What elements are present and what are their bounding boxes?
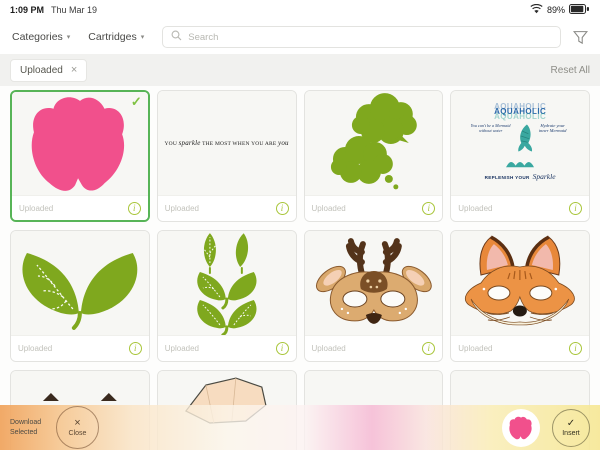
card-status-label: Uploaded — [458, 204, 493, 213]
mermaid-scales-shape — [506, 161, 535, 168]
categories-dropdown[interactable]: Categories ▾ — [12, 31, 70, 43]
info-icon[interactable]: i — [422, 342, 436, 355]
insert-button[interactable]: ✓ Insert — [552, 408, 590, 447]
card-status-label: Uploaded — [18, 344, 53, 353]
card-footer: Uploaded i — [12, 195, 148, 220]
toolbar: Categories ▾ Cartridges ▾ — [0, 20, 600, 54]
check-icon: ✓ — [566, 417, 576, 429]
info-icon[interactable]: i — [275, 342, 289, 355]
cartridges-label: Cartridges — [88, 31, 137, 43]
filter-chip-uploaded[interactable]: Uploaded × — [10, 58, 88, 82]
leaf-set-shapes — [196, 233, 257, 335]
deer-mask-graphic — [304, 231, 443, 335]
card-footer: Uploaded i — [304, 335, 443, 361]
card-thought-bubbles[interactable]: Uploaded i — [303, 90, 444, 222]
battery-percent: 89% — [546, 5, 565, 15]
filter-chip-label: Uploaded — [20, 64, 63, 76]
selected-image-thumbnail — [502, 408, 540, 447]
card-fox-mask[interactable]: Uploaded i — [450, 230, 590, 362]
mermaid-graphic: AQUAHOLIC AQUAHOLIC AQUAHOLIC You can't … — [451, 91, 589, 195]
insert-label: Insert — [562, 429, 580, 437]
card-footer: Uploaded i — [157, 335, 296, 361]
filter-funnel-icon[interactable] — [573, 30, 588, 45]
info-icon[interactable]: i — [422, 202, 436, 215]
mermaid-quote-left: You can't be a Mermaid without water — [470, 122, 511, 134]
design-space-image-picker: 1:09 PM Thu Mar 19 89% Categories ▾ Cart… — [0, 0, 600, 450]
deer-mask-shapes — [315, 238, 432, 324]
card-leaf-pair[interactable]: Uploaded i — [10, 230, 150, 362]
petal-shape — [31, 96, 124, 191]
download-selected-button[interactable]: Download Selected — [10, 418, 50, 437]
search-bar[interactable] — [162, 26, 561, 48]
filter-bar: Uploaded × Reset All — [0, 54, 600, 86]
card-footer: Uploaded i — [451, 335, 589, 361]
card-footer: Uploaded i — [304, 195, 443, 221]
reset-all-button[interactable]: Reset All — [551, 65, 590, 76]
card-pink-petal[interactable]: ✓ Uploaded i — [10, 90, 150, 222]
close-label: Close — [68, 430, 87, 437]
search-icon — [171, 28, 182, 46]
close-icon: × — [74, 417, 81, 429]
mermaid-tail-shape — [517, 124, 532, 152]
leaf-pair-shapes — [22, 253, 138, 330]
info-icon[interactable]: i — [275, 202, 289, 215]
fox-mask-graphic — [451, 231, 589, 335]
pink-petal-graphic: ✓ — [12, 92, 148, 195]
card-status-label: Uploaded — [311, 344, 346, 353]
sparkle-script-text: Sparkle — [532, 171, 556, 181]
chevron-down-icon: ▾ — [66, 34, 71, 41]
quote-part: THE MOST WHEN YOU ARE — [202, 141, 277, 147]
image-grid: ✓ Uploaded i YOU sparkle THE MOST WHEN Y… — [0, 86, 600, 450]
clock-date: Thu Mar 19 — [51, 5, 98, 15]
leaf-set-graphic — [157, 231, 296, 335]
card-footer: Uploaded i — [11, 335, 149, 361]
aquaholic-ghost: AQUAHOLIC — [494, 111, 547, 121]
card-deer-mask[interactable]: Uploaded i — [303, 230, 444, 362]
thought-bubbles-graphic — [304, 91, 443, 195]
chevron-down-icon: ▾ — [140, 34, 145, 41]
mermaid-quote-right: Hydrate your inner Mermaid — [538, 122, 567, 134]
petal-thumb-shape — [509, 416, 532, 439]
quote-part-script: you — [278, 139, 289, 147]
card-mermaid-bundle[interactable]: AQUAHOLIC AQUAHOLIC AQUAHOLIC You can't … — [450, 90, 590, 222]
cartridges-dropdown[interactable]: Cartridges ▾ — [88, 31, 144, 43]
card-footer: Uploaded i — [451, 195, 589, 221]
card-status-label: Uploaded — [164, 344, 199, 353]
clock-time: 1:09 PM — [10, 5, 45, 15]
battery-icon — [569, 4, 590, 16]
info-icon[interactable]: i — [569, 202, 582, 215]
bottom-action-bar: Download Selected × Close ✓ Insert — [0, 405, 600, 450]
selected-check-icon: ✓ — [130, 94, 142, 109]
info-icon[interactable]: i — [569, 342, 582, 355]
replenish-text: REPLENISH YOUR — [484, 174, 530, 180]
categories-label: Categories — [12, 31, 63, 43]
wifi-icon — [530, 3, 543, 16]
search-input[interactable] — [188, 31, 552, 43]
card-quote-text[interactable]: YOU sparkle THE MOST WHEN YOU ARE you Up… — [156, 90, 297, 222]
card-status-label: Uploaded — [164, 204, 199, 213]
info-icon[interactable]: i — [128, 342, 142, 355]
card-leaf-set[interactable]: Uploaded i — [156, 230, 297, 362]
card-footer: Uploaded i — [157, 195, 296, 221]
quote-part: YOU — [164, 141, 177, 147]
fox-mask-shapes — [465, 235, 575, 326]
card-status-label: Uploaded — [311, 204, 346, 213]
quote-part-script: sparkle — [178, 139, 201, 147]
card-status-label: Uploaded — [19, 204, 54, 213]
chip-close-icon[interactable]: × — [71, 64, 77, 76]
status-bar: 1:09 PM Thu Mar 19 89% — [0, 0, 600, 20]
quote-graphic: YOU sparkle THE MOST WHEN YOU ARE you — [157, 91, 296, 195]
info-icon[interactable]: i — [127, 202, 141, 215]
close-button[interactable]: × Close — [56, 406, 99, 449]
card-status-label: Uploaded — [458, 344, 493, 353]
leaf-pair-graphic — [11, 231, 149, 335]
aquaholic-title: AQUAHOLIC AQUAHOLIC AQUAHOLIC — [494, 103, 547, 121]
thought-bubble-shapes — [330, 93, 417, 190]
